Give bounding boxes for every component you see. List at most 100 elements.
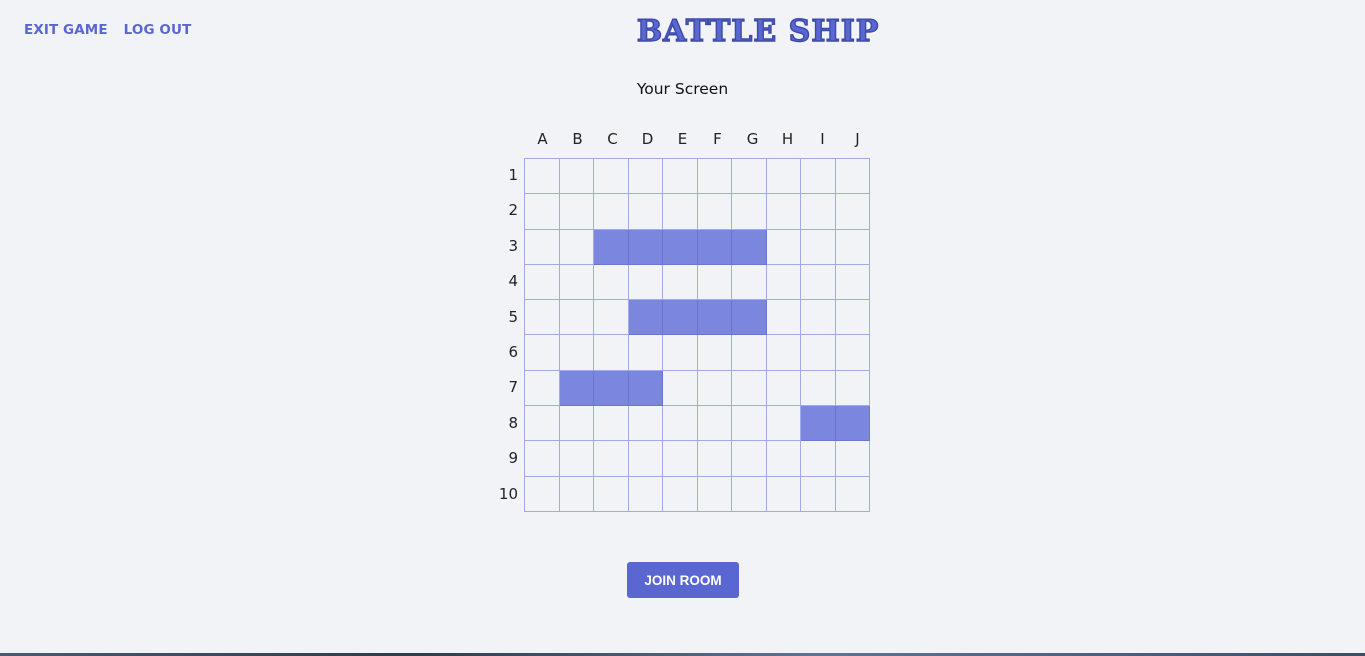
grid-cell-H7[interactable] (766, 370, 801, 407)
grid-cell-E6[interactable] (663, 335, 698, 371)
grid-cell-J10[interactable] (835, 476, 870, 512)
grid-cell-E2[interactable] (663, 194, 698, 230)
ship-cell-E3[interactable] (663, 229, 698, 265)
grid-cell-C4[interactable] (594, 264, 629, 301)
grid-cell-I5[interactable] (801, 300, 836, 336)
grid-cell-G7[interactable] (732, 370, 767, 407)
grid-cell-I6[interactable] (801, 335, 836, 371)
ship-cell-D3[interactable] (628, 229, 663, 265)
grid-cell-A3[interactable] (525, 229, 560, 265)
grid-cell-D4[interactable] (628, 264, 663, 301)
ship-cell-G5[interactable] (732, 300, 767, 336)
grid-cell-E10[interactable] (663, 476, 698, 512)
ship-cell-I8[interactable] (801, 406, 836, 442)
grid-cell-D10[interactable] (628, 476, 663, 512)
grid-cell-I1[interactable] (801, 159, 836, 195)
grid-cell-F1[interactable] (697, 159, 732, 195)
grid-cell-D2[interactable] (628, 194, 663, 230)
grid-cell-C10[interactable] (594, 476, 629, 512)
grid-cell-J7[interactable] (835, 370, 870, 407)
grid-cell-I10[interactable] (801, 476, 836, 512)
grid-cell-B1[interactable] (559, 159, 594, 195)
grid-cell-H5[interactable] (766, 300, 801, 336)
ship-cell-J8[interactable] (835, 406, 870, 442)
grid-cell-H10[interactable] (766, 476, 801, 512)
ship-cell-F5[interactable] (697, 300, 732, 336)
grid-cell-I9[interactable] (801, 441, 836, 477)
grid-cell-F7[interactable] (697, 370, 732, 407)
grid-cell-J1[interactable] (835, 159, 870, 195)
grid-cell-E7[interactable] (663, 370, 698, 407)
grid-cell-C5[interactable] (594, 300, 629, 336)
ship-cell-C7[interactable] (594, 370, 629, 407)
grid-cell-H4[interactable] (766, 264, 801, 301)
grid-cell-H3[interactable] (766, 229, 801, 265)
grid-cell-G1[interactable] (732, 159, 767, 195)
grid-cell-I2[interactable] (801, 194, 836, 230)
grid-cell-B6[interactable] (559, 335, 594, 371)
grid-cell-G8[interactable] (732, 406, 767, 442)
grid-cell-E8[interactable] (663, 406, 698, 442)
grid-cell-F9[interactable] (697, 441, 732, 477)
grid-cell-E4[interactable] (663, 264, 698, 301)
grid-cell-J3[interactable] (835, 229, 870, 265)
grid-cell-B4[interactable] (559, 264, 594, 301)
grid-cell-B2[interactable] (559, 194, 594, 230)
grid-cell-E1[interactable] (663, 159, 698, 195)
grid-cell-E9[interactable] (663, 441, 698, 477)
grid-cell-J2[interactable] (835, 194, 870, 230)
grid-cell-B3[interactable] (559, 229, 594, 265)
join-room-button[interactable]: JOIN ROOM (627, 562, 739, 598)
grid-cell-G10[interactable] (732, 476, 767, 512)
ship-cell-E5[interactable] (663, 300, 698, 336)
grid-cell-C9[interactable] (594, 441, 629, 477)
grid-cell-J6[interactable] (835, 335, 870, 371)
grid-cell-F8[interactable] (697, 406, 732, 442)
grid-cell-C6[interactable] (594, 335, 629, 371)
grid-cell-F6[interactable] (697, 335, 732, 371)
grid-cell-A7[interactable] (525, 370, 560, 407)
grid-cell-H1[interactable] (766, 159, 801, 195)
grid-cell-D9[interactable] (628, 441, 663, 477)
grid-cell-D1[interactable] (628, 159, 663, 195)
grid-cell-J9[interactable] (835, 441, 870, 477)
grid-cell-I3[interactable] (801, 229, 836, 265)
grid-cell-G2[interactable] (732, 194, 767, 230)
grid-cell-C1[interactable] (594, 159, 629, 195)
grid-cell-B8[interactable] (559, 406, 594, 442)
ship-cell-F3[interactable] (697, 229, 732, 265)
grid-cell-A5[interactable] (525, 300, 560, 336)
grid-cell-A2[interactable] (525, 194, 560, 230)
grid-cell-D8[interactable] (628, 406, 663, 442)
ship-cell-D7[interactable] (628, 370, 663, 407)
ship-cell-C3[interactable] (594, 229, 629, 265)
grid-cell-B9[interactable] (559, 441, 594, 477)
grid-cell-I7[interactable] (801, 370, 836, 407)
grid-cell-H6[interactable] (766, 335, 801, 371)
exit-game-link[interactable]: EXIT GAME (24, 22, 108, 38)
grid-cell-A1[interactable] (525, 159, 560, 195)
grid-cell-C8[interactable] (594, 406, 629, 442)
grid-cell-C2[interactable] (594, 194, 629, 230)
grid-cell-I4[interactable] (801, 264, 836, 301)
grid-cell-B10[interactable] (559, 476, 594, 512)
grid-cell-F10[interactable] (697, 476, 732, 512)
grid-cell-G4[interactable] (732, 264, 767, 301)
grid-cell-H8[interactable] (766, 406, 801, 442)
ship-cell-D5[interactable] (628, 300, 663, 336)
grid-cell-G9[interactable] (732, 441, 767, 477)
grid-cell-A4[interactable] (525, 264, 560, 301)
grid-cell-G6[interactable] (732, 335, 767, 371)
grid-cell-H9[interactable] (766, 441, 801, 477)
grid-cell-F2[interactable] (697, 194, 732, 230)
grid-cell-J4[interactable] (835, 264, 870, 301)
grid-cell-D6[interactable] (628, 335, 663, 371)
grid-cell-H2[interactable] (766, 194, 801, 230)
ship-cell-B7[interactable] (559, 370, 594, 407)
grid-cell-A6[interactable] (525, 335, 560, 371)
log-out-link[interactable]: LOG OUT (124, 22, 192, 38)
grid-cell-F4[interactable] (697, 264, 732, 301)
grid-cell-A8[interactable] (525, 406, 560, 442)
grid-cell-A10[interactable] (525, 476, 560, 512)
grid-cell-B5[interactable] (559, 300, 594, 336)
